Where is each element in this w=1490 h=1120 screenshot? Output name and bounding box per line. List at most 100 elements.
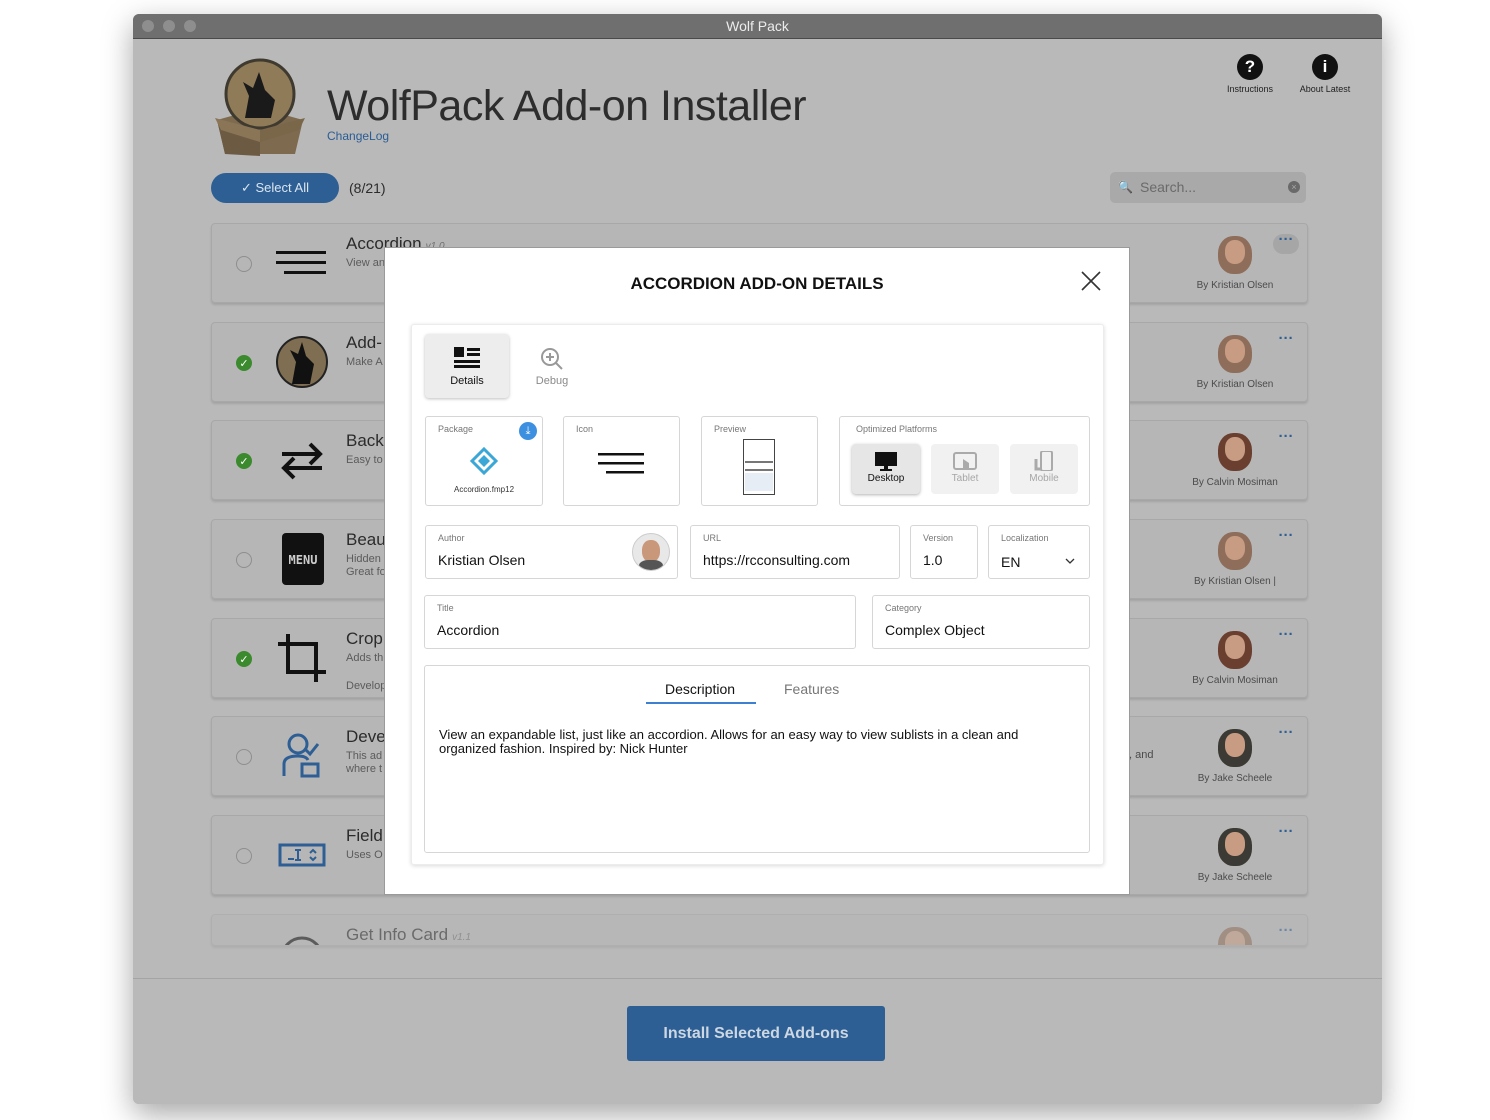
instructions-label: Instructions xyxy=(1226,84,1274,94)
search-placeholder: Search... xyxy=(1140,179,1197,195)
author-avatar xyxy=(1218,828,1252,866)
tab-debug-label: Debug xyxy=(535,375,569,387)
category-label: Category xyxy=(885,603,922,613)
url-value: https://rcconsulting.com xyxy=(703,552,851,568)
tab-details-label: Details xyxy=(450,375,484,387)
info-icon: i xyxy=(1312,54,1338,80)
title-field[interactable]: Title Accordion xyxy=(424,595,856,649)
author-avatar xyxy=(1218,927,1252,945)
addon-title: Crop xyxy=(346,629,383,648)
platform-mobile-label: Mobile xyxy=(1029,473,1059,484)
app-title: WolfPack Add-on Installer xyxy=(327,82,807,130)
title-label: Title xyxy=(437,603,454,613)
category-value: Complex Object xyxy=(885,622,985,638)
clear-search-icon[interactable]: × xyxy=(1288,181,1300,193)
filemaker-file-icon xyxy=(470,447,498,475)
hamburger-lines-icon xyxy=(598,453,644,474)
addon-description: Adds th xyxy=(346,652,384,664)
addon-description: Uses O xyxy=(346,849,383,861)
version-label: Version xyxy=(923,533,954,543)
version-value: 1.0 xyxy=(923,552,943,568)
more-options-button[interactable]: ··· xyxy=(1273,331,1299,353)
package-box[interactable]: Package ⤓ Accordion.fmp12 xyxy=(425,416,543,506)
select-radio[interactable] xyxy=(236,552,252,568)
url-field[interactable]: URL https://rcconsulting.com xyxy=(690,525,900,579)
mobile-phone-icon xyxy=(1034,451,1053,471)
platform-tablet-toggle[interactable]: Tablet xyxy=(931,444,999,494)
dialog-title: ACCORDION ADD-ON DETAILS xyxy=(630,274,884,293)
addon-description-tail: t, and xyxy=(1126,749,1154,761)
addon-title: Beau xyxy=(346,530,386,549)
version-field[interactable]: Version 1.0 xyxy=(910,525,978,579)
addon-author: By Kristian Olsen xyxy=(1196,280,1274,291)
icon-box[interactable]: Icon xyxy=(563,416,680,506)
svg-text:MENU: MENU xyxy=(289,553,318,567)
addon-description: View an xyxy=(346,257,385,269)
more-options-button[interactable]: ··· xyxy=(1273,232,1299,254)
addon-description: This ad xyxy=(346,750,383,762)
title-bar: Wolf Pack xyxy=(133,14,1382,39)
addon-author: By Calvin Mosiman xyxy=(1192,675,1278,686)
instructions-button[interactable]: ? Instructions xyxy=(1210,54,1290,94)
more-options-button[interactable]: ··· xyxy=(1273,429,1299,451)
select-all-button[interactable]: ✓ Select All xyxy=(211,173,339,203)
selected-check-icon[interactable]: ✓ xyxy=(236,651,252,667)
more-options-button[interactable]: ··· xyxy=(1273,725,1299,747)
tab-description[interactable]: Description xyxy=(665,681,735,697)
package-label: Package xyxy=(438,424,474,434)
crop-icon xyxy=(278,634,326,682)
download-icon[interactable]: ⤓ xyxy=(519,422,537,440)
more-options-button[interactable]: ··· xyxy=(1273,627,1299,649)
author-avatar xyxy=(632,533,670,571)
author-avatar xyxy=(1218,631,1252,669)
changelog-link[interactable]: ChangeLog xyxy=(327,129,389,143)
author-label: Author xyxy=(438,533,465,543)
tab-details[interactable]: Details xyxy=(425,334,509,398)
desktop-monitor-icon xyxy=(875,452,897,471)
author-field[interactable]: Author Kristian Olsen xyxy=(425,525,678,579)
about-label: About Latest xyxy=(1299,84,1351,94)
select-radio[interactable] xyxy=(236,256,252,272)
tab-features[interactable]: Features xyxy=(784,681,839,697)
about-latest-button[interactable]: i About Latest xyxy=(1285,54,1365,94)
addon-row[interactable]: Get Info Card v1.1 ··· xyxy=(211,914,1308,946)
select-radio[interactable] xyxy=(236,848,252,864)
active-tab-underline xyxy=(646,702,756,704)
addon-description: Hidden xyxy=(346,553,381,565)
description-text: View an expandable list, just like an ac… xyxy=(439,727,1019,756)
addon-title: Deve xyxy=(346,727,386,746)
author-avatar xyxy=(1218,729,1252,767)
addon-title: Get Info Card v1.1 xyxy=(346,925,471,944)
addon-title: Field xyxy=(346,826,383,845)
more-options-button[interactable]: ··· xyxy=(1273,528,1299,550)
more-options-button[interactable]: ··· xyxy=(1273,824,1299,846)
platform-desktop-toggle[interactable]: Desktop xyxy=(852,444,920,494)
install-selected-button[interactable]: Install Selected Add-ons xyxy=(627,1006,885,1061)
author-avatar xyxy=(1218,433,1252,471)
developer-user-icon xyxy=(282,733,320,778)
localization-select[interactable]: Localization EN xyxy=(988,525,1090,579)
select-radio[interactable] xyxy=(236,749,252,765)
preview-box[interactable]: Preview xyxy=(701,416,818,506)
addon-description-line2: Great fo xyxy=(346,566,386,578)
category-field[interactable]: Category Complex Object xyxy=(872,595,1090,649)
platform-tablet-label: Tablet xyxy=(951,473,979,484)
localization-label: Localization xyxy=(1001,533,1049,543)
platform-mobile-toggle[interactable]: Mobile xyxy=(1010,444,1078,494)
addon-author: By Jake Scheele xyxy=(1197,872,1273,883)
menu-notebook-icon: MENU xyxy=(282,533,324,585)
search-input[interactable]: 🔍 Search... × xyxy=(1110,172,1306,203)
selected-check-icon[interactable]: ✓ xyxy=(236,453,252,469)
more-options-button[interactable]: ··· xyxy=(1273,923,1299,945)
icon-label: Icon xyxy=(576,424,594,434)
addon-details-dialog: ACCORDION ADD-ON DETAILS Details Debug P… xyxy=(384,247,1130,895)
tab-debug[interactable]: Debug xyxy=(510,334,594,398)
close-icon[interactable] xyxy=(1080,270,1102,292)
addon-author: By Jake Scheele xyxy=(1197,773,1273,784)
localization-value: EN xyxy=(1001,554,1021,570)
details-panel: Details Debug Package ⤓ Accordion.fmp12 … xyxy=(411,324,1104,865)
tablet-icon xyxy=(953,452,977,470)
field-input-icon xyxy=(278,843,326,867)
selection-count: (8/21) xyxy=(349,180,386,196)
selected-check-icon[interactable]: ✓ xyxy=(236,355,252,371)
